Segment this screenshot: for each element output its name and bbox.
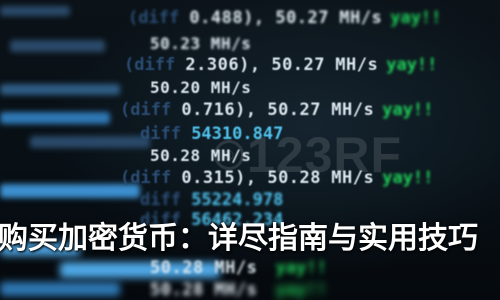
blurred-bar [0,84,120,95]
blurred-bar [30,136,150,148]
terminal-line: 50.28 MH/s yay!! [150,258,327,278]
registered-mark-icon: ® [214,140,244,170]
line-value: 50.28 [150,258,204,278]
line-status: yay!! [390,8,442,28]
blurred-bar [10,40,105,52]
line-suffix: ), [243,8,276,28]
line-value: 50.28 [150,280,204,300]
line-rate: 50.27 [271,55,326,75]
line-status: yay!! [275,280,327,300]
line-value: 2.306 [185,55,240,75]
terminal-line: (diff 2.306), 50.27 MH/s yay!! [124,55,437,75]
watermark: ® 123RF [214,126,402,184]
line-unit: MH/s [331,100,375,120]
line-value: 55224.978 [191,190,284,210]
caption-title: 购买加密货币：详尽指南与实用技巧 [0,221,478,256]
line-suffix: MH/s [200,78,252,97]
line-value: 50.23 [150,34,201,53]
terminal-line: 50.23 MH/s [150,34,251,53]
line-value: 50.28 [150,146,201,165]
line-prefix: (diff [124,55,186,75]
line-value: 0.488 [189,8,244,28]
terminal-screenshot: (diff 0.488), 50.27 MH/s yay!! 50.23 MH/s… [0,0,500,300]
line-prefix: diff [140,124,192,144]
line-suffix: MH/s [200,34,252,53]
blurred-bar [0,112,110,124]
line-suffix: ), [235,100,268,120]
terminal-line: 50.28 MH/s yay!! [150,280,327,300]
line-value: 50.20 [150,78,201,97]
line-value: 0.716 [181,100,236,120]
line-suffix: MH/s [203,280,258,300]
blurred-bar [0,184,140,198]
line-status: yay!! [275,258,327,278]
line-suffix: ), [239,55,272,75]
line-prefix: (diff [120,168,182,188]
line-status: yay!! [382,100,434,120]
line-unit: MH/s [335,55,379,75]
line-status: yay!! [386,55,438,75]
blurred-bar [0,6,70,16]
terminal-line: (diff 0.716), 50.27 MH/s yay!! [120,100,433,120]
line-rate: 50.27 [267,100,322,120]
blurred-bar [0,282,120,296]
line-unit: MH/s [339,8,383,28]
terminal-line: 50.20 MH/s [150,78,251,97]
line-prefix: (diff [120,100,182,120]
terminal-line: (diff 0.488), 50.27 MH/s yay!! [128,8,441,28]
line-prefix: (diff [128,8,190,28]
terminal-line: diff 55224.978 [140,190,283,210]
watermark-text: 123RF [247,127,403,183]
line-prefix: diff [140,190,192,210]
line-suffix: MH/s [203,258,258,278]
line-rate: 50.27 [275,8,330,28]
